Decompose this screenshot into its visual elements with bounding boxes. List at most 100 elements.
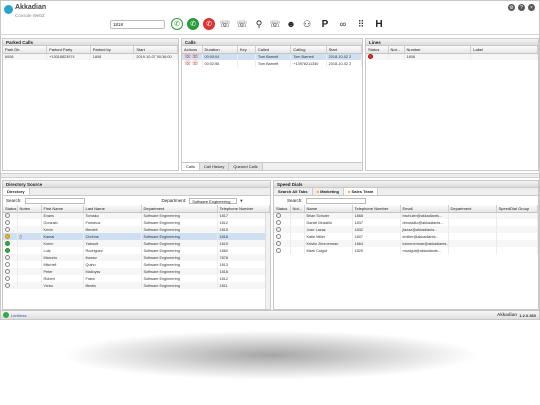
table-row[interactable]: Brian Schuler 1868 bschuler@akkadiants... <box>274 212 538 219</box>
chevron-down-icon[interactable]: ▾ <box>240 198 242 204</box>
col-calling[interactable]: Calling <box>290 46 327 54</box>
status-label[interactable]: Limitless <box>11 313 27 318</box>
col-department[interactable]: Department <box>448 205 497 213</box>
col-telephone[interactable]: Telephone Number <box>352 205 401 213</box>
table-row[interactable]: Victor Bestis Software Engineering 1811 <box>3 282 270 289</box>
call-action-icon[interactable]: ☏☏ <box>184 61 199 67</box>
col-notes[interactable]: Not... <box>290 205 305 213</box>
contacts-icon[interactable]: ☻ <box>285 18 297 30</box>
col-start[interactable]: Start <box>133 46 178 54</box>
call-action-icon[interactable]: ☏☏ <box>184 54 199 60</box>
transfer-icon[interactable]: ☏ <box>219 18 231 30</box>
table-row[interactable]: Evans Tomako Software Engineering 1817 <box>3 212 270 219</box>
table-row[interactable]: Mark Calgut 1825 mcalgut@akkadiants... <box>274 247 538 254</box>
col-email[interactable]: Email <box>400 205 449 213</box>
table-row[interactable]: Gonzalo Fonseca Software Engineering 1812 <box>3 219 270 226</box>
department-select[interactable]: Software Engineering <box>189 197 238 204</box>
keypad-icon[interactable]: ⠿ <box>355 18 367 30</box>
table-row[interactable]: Kevin Berdeit Software Engineering 1815 <box>3 226 270 233</box>
table-row[interactable]: 6008 +13018823974 1808 2019-10-07 00:36:… <box>3 53 178 60</box>
panel-splitter[interactable] <box>1 173 539 178</box>
answer-icon[interactable]: ✆ <box>187 18 199 30</box>
tab-queued-calls[interactable]: Queued Calls <box>229 163 263 170</box>
presence-status-icon <box>276 234 281 239</box>
col-duration[interactable]: Duration <box>202 46 238 54</box>
presence-status-icon <box>276 248 281 253</box>
hold-h-icon[interactable]: H <box>373 18 385 30</box>
col-name[interactable]: Name <box>304 205 353 213</box>
table-row[interactable]: Katie Miller 1807 kmiller@akkadiants... <box>274 233 538 240</box>
line-busy-icon <box>368 54 373 60</box>
table-row[interactable]: Kristin Zimmerman 1864 kzimmerman@akkadian… <box>274 240 538 247</box>
table-row[interactable]: 1808 <box>366 53 538 60</box>
table-row[interactable]: Marcelo Ibanez Software Engineering 7878 <box>3 254 270 261</box>
settings-icon[interactable]: ⚙ <box>508 4 515 11</box>
presence-icon[interactable] <box>3 312 9 318</box>
col-status[interactable]: Status <box>366 46 389 54</box>
col-status[interactable]: Status <box>274 205 291 213</box>
group-icon[interactable]: ⚇ <box>301 18 313 30</box>
logo-mark-icon <box>4 5 13 14</box>
col-department[interactable]: Department <box>141 205 218 213</box>
table-row[interactable]: Mitchell Quinn Software Engineering 1813 <box>3 261 270 268</box>
col-notes[interactable]: Notes <box>17 205 42 213</box>
consult-transfer-icon[interactable]: ☏ <box>236 18 248 30</box>
col-called[interactable]: Called <box>255 46 292 54</box>
speed-search-input[interactable] <box>305 197 366 204</box>
note-icon[interactable]: ▯ <box>20 235 22 239</box>
table-row[interactable]: Kohm Yaboutt Software Engineering 1819 <box>3 240 270 247</box>
dial-input[interactable]: 1818 <box>110 20 165 29</box>
tab-search-all[interactable]: Search All Tabs <box>274 188 313 195</box>
directory-search-input[interactable] <box>24 197 85 204</box>
col-parked-party[interactable]: Parked Party <box>46 46 91 54</box>
table-row[interactable]: ▯ Kamal Chohne Software Engineering 1818 <box>3 233 270 240</box>
col-actions[interactable]: Actions <box>182 46 203 54</box>
speed-dials-panel: Speed Dials Search All Tabs ■ Marketing … <box>273 180 539 310</box>
table-row[interactable]: Robert Franc Software Engineering 1812 <box>3 275 270 282</box>
lines-panel: Lines Status Not... Number Label 1808 <box>365 38 539 171</box>
col-label[interactable]: Label <box>470 46 538 54</box>
table-row[interactable]: Luis Rodriguez Software Engineering 1860 <box>3 247 270 254</box>
col-parked-by[interactable]: Parked by <box>90 46 135 54</box>
table-row[interactable]: Peter Malloyss Software Engineering 1816 <box>3 268 270 275</box>
tab-sales-team[interactable]: ■ Sales Team <box>344 188 379 195</box>
lines-table: Status Not... Number Label 1808 <box>366 46 538 60</box>
table-row[interactable]: Daniel Mussillo 1837 dmussillo@akkadiants.… <box>274 219 538 226</box>
park-icon[interactable]: P <box>319 18 331 30</box>
col-status[interactable]: Status <box>3 205 18 213</box>
calls-tabs: Calls Call History Queued Calls <box>182 162 362 170</box>
col-last-name[interactable]: Last Name <box>83 205 142 213</box>
drop-shadow <box>60 330 480 380</box>
close-icon[interactable]: × <box>528 4 535 11</box>
tab-marketing[interactable]: ■ Marketing <box>313 188 345 195</box>
status-bar: Limitless Akkadian 1.2.0.360 <box>1 310 539 319</box>
conference-icon[interactable]: ⚲ <box>253 18 265 30</box>
speed-dials-title: Speed Dials <box>274 181 538 188</box>
tab-call-history[interactable]: Call History <box>199 163 230 170</box>
department-label: Department: <box>161 198 187 203</box>
col-park-dir[interactable]: Park Dir. <box>3 46 48 54</box>
presence-status-icon <box>5 276 10 281</box>
col-notes[interactable]: Not... <box>388 46 405 54</box>
table-row[interactable]: ☏☏ 00:00:04 Tom Barnett Tom Barnett 2018… <box>182 53 363 60</box>
presence-status-icon <box>5 269 10 274</box>
tab-directory[interactable]: Directory <box>3 188 30 195</box>
presence-status-icon <box>5 227 10 232</box>
help-icon[interactable]: ? <box>518 4 525 11</box>
table-row[interactable]: ☏☏ 00:02:56 Tom Barnett +13978211340 201… <box>182 60 363 67</box>
col-number[interactable]: Number <box>404 46 472 54</box>
col-telephone[interactable]: Telephone Number <box>217 205 270 213</box>
col-key[interactable]: Key <box>237 46 256 54</box>
tab-calls[interactable]: Calls <box>182 163 200 170</box>
top-toolbar: Akkadian Console WebZ 1818 ✆ ✆ ✆ ☏ ☏ ⚲ ☏… <box>1 1 539 35</box>
voicemail-icon[interactable]: ∞ <box>337 18 349 30</box>
col-call-start[interactable]: Start <box>326 46 363 54</box>
directory-scrollbar[interactable] <box>265 213 270 309</box>
calls-panel: Calls Actions Duration Key Called Callin… <box>181 38 363 171</box>
call-icon[interactable]: ✆ <box>171 18 183 30</box>
table-row[interactable]: Jose Lazaz 1832 jlazaz@akkadiants... <box>274 226 538 233</box>
hangup-icon[interactable]: ✆ <box>203 18 215 30</box>
col-group[interactable]: SpeedDial Group <box>496 205 538 213</box>
hold-icon[interactable]: ☏ <box>269 18 281 30</box>
col-first-name[interactable]: First Name <box>41 205 84 213</box>
